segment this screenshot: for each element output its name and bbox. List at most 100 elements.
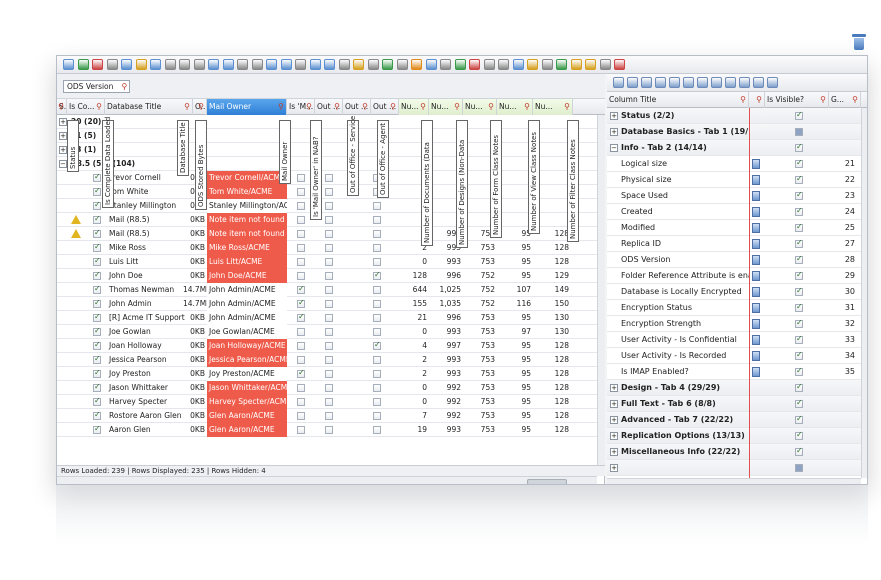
nab-checkbox[interactable] [297, 230, 305, 238]
table-row[interactable]: John Doe 0KBJohn Doe/ACME 128 996 752 95 129 [57, 269, 597, 283]
oos-checkbox[interactable] [325, 356, 333, 364]
table-row[interactable]: Mail (R8.5) 0KBNote item not found (546) … [57, 213, 597, 227]
complete-checkbox[interactable] [93, 340, 101, 350]
column-item[interactable]: Database is Locally Encrypted 30 [607, 284, 861, 300]
visible-checkbox[interactable] [795, 142, 803, 152]
toolbar-button-icon[interactable] [641, 77, 652, 88]
visible-checkbox[interactable] [795, 334, 803, 344]
expander-icon[interactable]: + [610, 384, 618, 392]
toolbar-button-icon[interactable] [697, 77, 708, 88]
toolbar-button-icon[interactable] [208, 59, 219, 70]
nab-checkbox[interactable] [297, 174, 305, 182]
visible-checkbox[interactable] [795, 158, 803, 168]
expander-icon[interactable]: + [610, 448, 618, 456]
filter-icon[interactable]: ⚲ [306, 99, 312, 115]
expander-icon[interactable]: + [610, 432, 618, 440]
toolbar-button-icon[interactable] [556, 59, 567, 70]
complete-checkbox[interactable] [93, 424, 101, 434]
filter-icon[interactable]: ⚲ [564, 99, 570, 115]
toolbar-button-icon[interactable] [324, 59, 335, 70]
filter-icon[interactable]: ⚲ [852, 92, 858, 108]
ooa-checkbox[interactable] [373, 230, 381, 238]
column-item[interactable]: Encryption Strength 32 [607, 316, 861, 332]
nab-checkbox[interactable] [297, 312, 305, 322]
visible-checkbox[interactable] [795, 318, 803, 328]
complete-checkbox[interactable] [93, 326, 101, 336]
header-nu1[interactable]: Nu... ⚲ [399, 99, 429, 115]
oos-checkbox[interactable] [325, 300, 333, 308]
visible-checkbox[interactable] [795, 366, 803, 376]
table-row[interactable]: Mike Ross0KBMike Ross/ACME299375395128 [57, 241, 597, 255]
column-item[interactable]: Replica ID 27 [607, 236, 861, 252]
table-row[interactable]: Mail (R8.5) 0KBNote item not found (546) … [57, 227, 597, 241]
oos-checkbox[interactable] [325, 258, 333, 266]
column-section[interactable]: + [607, 460, 861, 476]
visible-checkbox[interactable] [795, 270, 803, 280]
oos-checkbox[interactable] [325, 188, 333, 196]
visible-checkbox[interactable] [795, 254, 803, 264]
header-nu4[interactable]: Nu... ⚲ [497, 99, 533, 115]
toolbar-button-icon[interactable] [599, 59, 611, 70]
header-nu2[interactable]: Nu... ⚲ [429, 99, 463, 115]
toolbar-button-icon[interactable] [295, 59, 306, 70]
filter-icon[interactable]: ⚲ [334, 99, 340, 115]
filter-icon[interactable]: ⚲ [390, 99, 396, 115]
column-item[interactable]: Folder Reference Attribute is enab 29 [607, 268, 861, 284]
filter-icon[interactable]: ⚲ [184, 99, 190, 115]
oos-checkbox[interactable] [325, 342, 333, 350]
toolbar-button-icon[interactable] [570, 59, 582, 70]
column-section[interactable]: + Replication Options (13/13) [607, 428, 861, 444]
toolbar-button-icon[interactable] [725, 77, 736, 88]
table-row[interactable]: Luis Litt 0KBLuis Litt/ACME 0 993 753 95 128 [57, 255, 597, 269]
filter-icon[interactable]: ⚲ [756, 92, 762, 108]
ooa-checkbox[interactable] [373, 300, 381, 308]
filter-icon[interactable]: ⚲ [96, 99, 102, 115]
oos-checkbox[interactable] [325, 384, 333, 392]
ooa-checkbox[interactable] [373, 328, 381, 336]
column-item[interactable]: ODS Version 28 [607, 252, 861, 268]
visible-checkbox[interactable] [795, 464, 803, 472]
nab-checkbox[interactable] [297, 342, 305, 350]
table-row[interactable]: Jessica Pearson 0KBJessica Pearson/ACME 2 9… [57, 353, 597, 367]
toolbar-button-icon[interactable] [669, 77, 680, 88]
nab-checkbox[interactable] [297, 202, 305, 210]
filter-icon[interactable]: ⚲ [420, 99, 426, 115]
ooa-checkbox[interactable] [373, 356, 381, 364]
visible-checkbox[interactable] [795, 206, 803, 216]
toolbar-button-icon[interactable] [353, 59, 364, 70]
toolbar-button-icon[interactable] [753, 77, 764, 88]
nab-checkbox[interactable] [297, 368, 305, 378]
visible-checkbox[interactable] [795, 430, 803, 440]
ooa-checkbox[interactable] [373, 398, 381, 406]
column-section[interactable]: + Design - Tab 4 (29/29) [607, 380, 861, 396]
toolbar-button-icon[interactable] [309, 59, 321, 70]
toolbar-button-icon[interactable] [614, 59, 625, 70]
table-row[interactable]: John Admin 14.7MBJohn Admin/ACME 155 1,035 7… [57, 297, 597, 311]
complete-checkbox[interactable] [93, 396, 101, 406]
toolbar-button-icon[interactable] [179, 59, 190, 70]
column-section[interactable]: + Advanced - Tab 7 (22/22) [607, 412, 861, 428]
column-item[interactable]: Created 24 [607, 204, 861, 220]
nab-checkbox[interactable] [297, 426, 305, 434]
oos-checkbox[interactable] [325, 398, 333, 406]
nab-checkbox[interactable] [297, 244, 305, 252]
column-section[interactable]: + Database Basics - Tab 1 (19/19) [607, 124, 861, 140]
toolbar-button-icon[interactable] [498, 59, 509, 70]
complete-checkbox[interactable] [93, 228, 101, 238]
column-item[interactable]: Physical size 22 [607, 172, 861, 188]
expander-icon[interactable]: + [610, 416, 618, 424]
complete-checkbox[interactable] [93, 214, 101, 224]
toolbar-button-icon[interactable] [382, 59, 393, 70]
toolbar-button-icon[interactable] [440, 59, 451, 70]
table-row[interactable]: Jason Whittaker 0KBJason Whittaker/ACME 0 9… [57, 381, 597, 395]
expander-icon[interactable]: + [610, 112, 618, 120]
nab-checkbox[interactable] [297, 356, 305, 364]
toolbar-button-icon[interactable] [396, 59, 408, 70]
oos-checkbox[interactable] [325, 286, 333, 294]
ooa-checkbox[interactable] [373, 314, 381, 322]
complete-checkbox[interactable] [93, 256, 101, 266]
header-nu3[interactable]: Nu... ⚲ [463, 99, 497, 115]
toolbar-button-icon[interactable] [280, 59, 292, 70]
toolbar-button-icon[interactable] [367, 59, 379, 70]
column-item[interactable]: Encryption Status 31 [607, 300, 861, 316]
